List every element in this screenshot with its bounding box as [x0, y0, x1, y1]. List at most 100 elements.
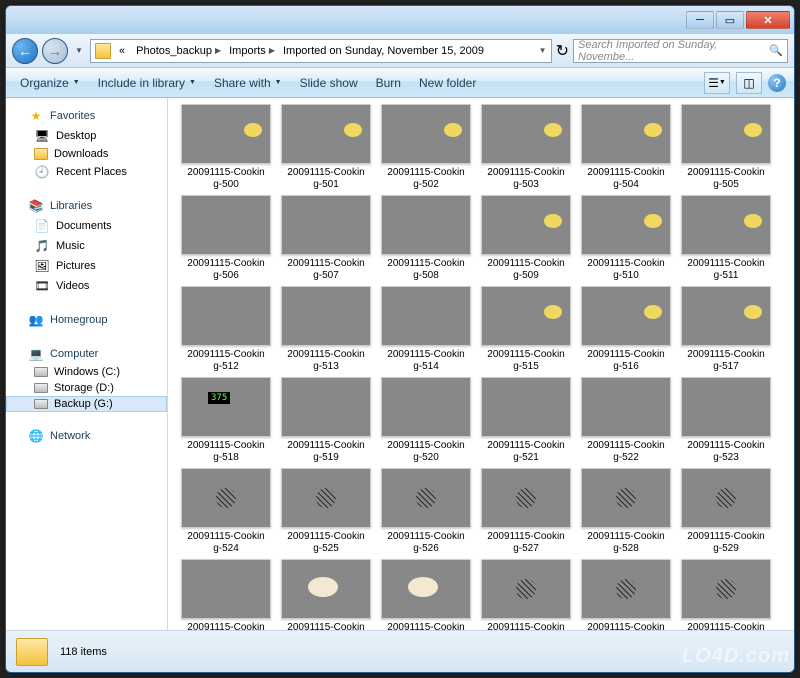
sidebar-item-drive-c[interactable]: Windows (C:): [6, 364, 167, 380]
thumbnail-caption: 20091115-Cooking-531: [279, 622, 373, 630]
thumbnail-caption: 20091115-Cooking-532: [379, 622, 473, 630]
thumbnail-caption: 20091115-Cooking-511: [679, 258, 773, 282]
file-thumbnail[interactable]: 20091115-Cooking-500: [178, 104, 274, 191]
content-area[interactable]: 20091115-Cooking-50020091115-Cooking-501…: [168, 98, 794, 630]
sidebar-item-documents[interactable]: 📄Documents: [6, 216, 167, 236]
thumbnail-caption: 20091115-Cooking-503: [479, 167, 573, 191]
thumbnail-image: [681, 104, 771, 164]
search-input[interactable]: Search Imported on Sunday, Novembe... 🔍: [573, 39, 788, 63]
file-thumbnail[interactable]: 20091115-Cooking-513: [278, 286, 374, 373]
file-thumbnail[interactable]: 20091115-Cooking-504: [578, 104, 674, 191]
file-thumbnail[interactable]: 20091115-Cooking-511: [678, 195, 774, 282]
file-thumbnail[interactable]: 20091115-Cooking-526: [378, 468, 474, 555]
file-thumbnail[interactable]: 20091115-Cooking-519: [278, 377, 374, 464]
maximize-button[interactable]: ▭: [716, 11, 744, 29]
breadcrumb-dropdown[interactable]: ▼: [535, 40, 551, 62]
file-thumbnail[interactable]: 20091115-Cooking-532: [378, 559, 474, 630]
include-library-button[interactable]: Include in library▼: [92, 73, 202, 93]
status-bar: 118 items: [6, 630, 794, 672]
sidebar-item-music[interactable]: 🎵Music: [6, 236, 167, 256]
preview-pane-button[interactable]: ◫: [736, 72, 762, 94]
file-thumbnail[interactable]: 20091115-Cooking-533: [478, 559, 574, 630]
thumbnail-caption: 20091115-Cooking-510: [579, 258, 673, 282]
file-thumbnail[interactable]: 20091115-Cooking-522: [578, 377, 674, 464]
refresh-button[interactable]: ↻: [556, 41, 569, 61]
thumbnail-image: [281, 559, 371, 619]
sidebar-item-videos[interactable]: 🎞Videos: [6, 276, 167, 296]
thumbnail-image: [181, 286, 271, 346]
slideshow-button[interactable]: Slide show: [294, 73, 364, 93]
sidebar-libraries[interactable]: 📚Libraries: [6, 196, 167, 216]
burn-button[interactable]: Burn: [370, 73, 407, 93]
file-thumbnail[interactable]: 20091115-Cooking-502: [378, 104, 474, 191]
minimize-button[interactable]: ─: [686, 11, 714, 29]
thumbnail-caption: 20091115-Cooking-506: [179, 258, 273, 282]
file-thumbnail[interactable]: 20091115-Cooking-503: [478, 104, 574, 191]
file-thumbnail[interactable]: 20091115-Cooking-512: [178, 286, 274, 373]
forward-button[interactable]: →: [42, 38, 68, 64]
thumbnail-caption: 20091115-Cooking-513: [279, 349, 373, 373]
sidebar-item-drive-g[interactable]: Backup (G:): [6, 396, 167, 412]
file-thumbnail[interactable]: 20091115-Cooking-515: [478, 286, 574, 373]
sidebar-item-desktop[interactable]: 🖥Desktop: [6, 126, 167, 146]
file-thumbnail[interactable]: 20091115-Cooking-527: [478, 468, 574, 555]
address-bar[interactable]: « Photos_backup▶ Imports▶ Imported on Su…: [90, 39, 552, 63]
thumbnail-image: [281, 377, 371, 437]
newfolder-button[interactable]: New folder: [413, 73, 482, 93]
sidebar-computer[interactable]: 💻Computer: [6, 344, 167, 364]
thumbnail-image: [681, 559, 771, 619]
file-thumbnail[interactable]: 20091115-Cooking-531: [278, 559, 374, 630]
thumbnail-image: [481, 286, 571, 346]
videos-icon: 🎞: [34, 278, 50, 294]
breadcrumb-seg2[interactable]: Imports▶: [225, 40, 279, 62]
file-thumbnail[interactable]: 20091115-Cooking-517: [678, 286, 774, 373]
thumbnail-image: [581, 468, 671, 528]
file-thumbnail[interactable]: 20091115-Cooking-530: [178, 559, 274, 630]
history-dropdown[interactable]: ▼: [72, 38, 86, 64]
file-thumbnail[interactable]: 20091115-Cooking-516: [578, 286, 674, 373]
back-button[interactable]: ←: [12, 38, 38, 64]
file-thumbnail[interactable]: 20091115-Cooking-521: [478, 377, 574, 464]
thumbnail-caption: 20091115-Cooking-514: [379, 349, 473, 373]
file-thumbnail[interactable]: 20091115-Cooking-509: [478, 195, 574, 282]
thumbnail-image: [481, 195, 571, 255]
breadcrumb-seg3[interactable]: Imported on Sunday, November 15, 2009: [279, 40, 488, 62]
close-button[interactable]: ✕: [746, 11, 790, 29]
file-thumbnail[interactable]: 20091115-Cooking-518: [178, 377, 274, 464]
file-thumbnail[interactable]: 20091115-Cooking-507: [278, 195, 374, 282]
file-thumbnail[interactable]: 20091115-Cooking-510: [578, 195, 674, 282]
thumbnail-caption: 20091115-Cooking-533: [479, 622, 573, 630]
file-thumbnail[interactable]: 20091115-Cooking-514: [378, 286, 474, 373]
file-thumbnail[interactable]: 20091115-Cooking-506: [178, 195, 274, 282]
sidebar-item-downloads[interactable]: Downloads: [6, 146, 167, 162]
organize-button[interactable]: Organize▼: [14, 73, 86, 93]
breadcrumb-prefix[interactable]: «: [115, 40, 132, 62]
file-thumbnail[interactable]: 20091115-Cooking-535: [678, 559, 774, 630]
thumbnail-caption: 20091115-Cooking-500: [179, 167, 273, 191]
share-with-button[interactable]: Share with▼: [208, 73, 288, 93]
sidebar-item-pictures[interactable]: 🖼Pictures: [6, 256, 167, 276]
thumbnail-image: [681, 377, 771, 437]
breadcrumb-seg1[interactable]: Photos_backup▶: [132, 40, 225, 62]
file-thumbnail[interactable]: 20091115-Cooking-501: [278, 104, 374, 191]
sidebar-item-recent[interactable]: 🕘Recent Places: [6, 162, 167, 182]
thumbnail-image: [381, 559, 471, 619]
sidebar-favorites[interactable]: ★Favorites: [6, 106, 167, 126]
file-thumbnail[interactable]: 20091115-Cooking-524: [178, 468, 274, 555]
file-thumbnail[interactable]: 20091115-Cooking-529: [678, 468, 774, 555]
sidebar-network[interactable]: 🌐Network: [6, 426, 167, 446]
file-thumbnail[interactable]: 20091115-Cooking-525: [278, 468, 374, 555]
drive-icon: [34, 383, 48, 393]
file-thumbnail[interactable]: 20091115-Cooking-505: [678, 104, 774, 191]
file-thumbnail[interactable]: 20091115-Cooking-508: [378, 195, 474, 282]
file-thumbnail[interactable]: 20091115-Cooking-523: [678, 377, 774, 464]
thumbnail-image: [281, 468, 371, 528]
file-thumbnail[interactable]: 20091115-Cooking-520: [378, 377, 474, 464]
thumbnail-caption: 20091115-Cooking-504: [579, 167, 673, 191]
help-button[interactable]: ?: [768, 74, 786, 92]
file-thumbnail[interactable]: 20091115-Cooking-528: [578, 468, 674, 555]
sidebar-homegroup[interactable]: 👥Homegroup: [6, 310, 167, 330]
view-mode-button[interactable]: ☰ ▼: [704, 72, 730, 94]
file-thumbnail[interactable]: 20091115-Cooking-534: [578, 559, 674, 630]
sidebar-item-drive-d[interactable]: Storage (D:): [6, 380, 167, 396]
